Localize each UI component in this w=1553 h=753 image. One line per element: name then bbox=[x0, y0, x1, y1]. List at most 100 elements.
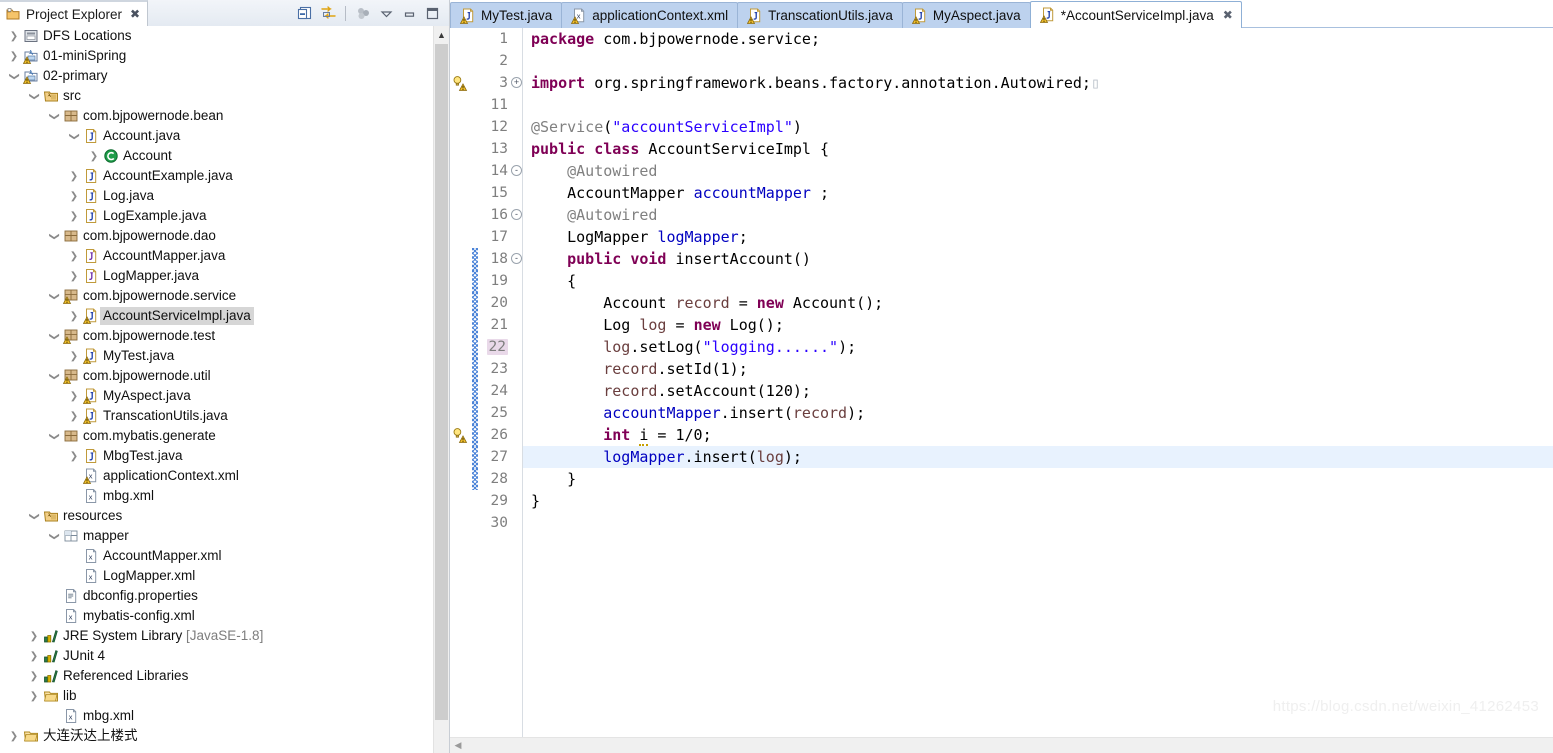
view-menu-icon[interactable] bbox=[353, 3, 373, 23]
code-line[interactable]: AccountMapper accountMapper ; bbox=[523, 182, 1553, 204]
code-line[interactable]: } bbox=[523, 468, 1553, 490]
tree-item-com-bjpowernode-test[interactable]: ❯ com.bjpowernode.test bbox=[0, 326, 433, 346]
maximize-icon[interactable] bbox=[422, 3, 442, 23]
code-line[interactable]: logMapper.insert(log); bbox=[523, 446, 1553, 468]
code-line[interactable]: import org.springframework.beans.factory… bbox=[523, 72, 1553, 94]
chevron-right-icon[interactable]: ❯ bbox=[26, 651, 42, 662]
tree-item-[interactable]: ❯ 大连沃达上楼式 bbox=[0, 726, 433, 746]
fold-collapse-icon[interactable]: - bbox=[511, 253, 522, 264]
tree-item-dbconfig-properties[interactable]: dbconfig.properties bbox=[0, 586, 433, 606]
tree-item-com-bjpowernode-dao[interactable]: ❯ com.bjpowernode.dao bbox=[0, 226, 433, 246]
code-line[interactable]: @Autowired bbox=[523, 160, 1553, 182]
code-line[interactable]: int i = 1/0; bbox=[523, 424, 1553, 446]
tree-item-resources[interactable]: ❯ resources bbox=[0, 506, 433, 526]
tree-item-logmapper-java[interactable]: ❯ LogMapper.java bbox=[0, 266, 433, 286]
tree-item-com-bjpowernode-service[interactable]: ❯ com.bjpowernode.service bbox=[0, 286, 433, 306]
tree-item-lib[interactable]: ❯ lib bbox=[0, 686, 433, 706]
code-line[interactable]: @Service("accountServiceImpl") bbox=[523, 116, 1553, 138]
tree-item-log-java[interactable]: ❯ Log.java bbox=[0, 186, 433, 206]
source-text[interactable]: package com.bjpowernode.service; import … bbox=[523, 28, 1553, 737]
link-with-editor-icon[interactable] bbox=[318, 3, 338, 23]
tree-item-accountexample-java[interactable]: ❯ AccountExample.java bbox=[0, 166, 433, 186]
tree-item-com-bjpowernode-util[interactable]: ❯ com.bjpowernode.util bbox=[0, 366, 433, 386]
code-line[interactable]: public void insertAccount() bbox=[523, 248, 1553, 270]
tree-item-02-primary[interactable]: ❯ 02-primary bbox=[0, 66, 433, 86]
collapse-all-icon[interactable] bbox=[295, 3, 315, 23]
chevron-right-icon[interactable]: ❯ bbox=[26, 691, 42, 702]
chevron-right-icon[interactable]: ❯ bbox=[66, 411, 82, 422]
code-line[interactable]: Account record = new Account(); bbox=[523, 292, 1553, 314]
chevron-right-icon[interactable]: ❯ bbox=[26, 671, 42, 682]
code-editor[interactable]: 1 2 3 11 12 13 14 15 16 17 18 19 20 21 22 23 24 25 26 27 28 2… bbox=[450, 28, 1553, 737]
tree-item-accountmapper-xml[interactable]: x AccountMapper.xml bbox=[0, 546, 433, 566]
close-icon[interactable]: ✖ bbox=[130, 7, 140, 21]
chevron-down-icon[interactable]: ❯ bbox=[49, 368, 60, 384]
chevron-down-icon[interactable]: ❯ bbox=[49, 288, 60, 304]
tree-item-account-java[interactable]: ❯ Account.java bbox=[0, 126, 433, 146]
tree-item-jre-system-library[interactable]: ❯ JRE System Library [JavaSE-1.8] bbox=[0, 626, 433, 646]
tree-item-dfs-locations[interactable]: ❯ DFS Locations bbox=[0, 26, 433, 46]
tree-item-accountserviceimpl-java[interactable]: ❯ AccountServiceImpl.java bbox=[0, 306, 433, 326]
fold-collapse-icon[interactable]: - bbox=[511, 209, 522, 220]
tree-scrollbar-thumb[interactable] bbox=[435, 44, 448, 720]
close-icon[interactable]: ✖ bbox=[1223, 8, 1233, 22]
project-tree[interactable]: ❯ DFS Locations ❯ 01-miniSpring ❯ 02-primary ❯… bbox=[0, 26, 449, 753]
tree-item-com-bjpowernode-bean[interactable]: ❯ com.bjpowernode.bean bbox=[0, 106, 433, 126]
chevron-down-icon[interactable]: ❯ bbox=[69, 128, 80, 144]
minimize-icon[interactable] bbox=[399, 3, 419, 23]
tree-item-src[interactable]: ❯ src bbox=[0, 86, 433, 106]
tree-item-applicationcontext-xml[interactable]: x applicationContext.xml bbox=[0, 466, 433, 486]
code-line[interactable]: @Autowired bbox=[523, 204, 1553, 226]
code-line[interactable]: { bbox=[523, 270, 1553, 292]
tree-item-mybatis-config-xml[interactable]: x mybatis-config.xml bbox=[0, 606, 433, 626]
code-line[interactable] bbox=[523, 50, 1553, 72]
code-line[interactable]: record.setId(1); bbox=[523, 358, 1553, 380]
tree-vertical-scrollbar[interactable]: ▲ bbox=[433, 26, 449, 753]
chevron-down-icon[interactable] bbox=[376, 3, 396, 23]
scroll-up-icon[interactable]: ▲ bbox=[434, 26, 449, 43]
chevron-right-icon[interactable]: ❯ bbox=[6, 51, 22, 62]
tree-item-mbg-xml[interactable]: x mbg.xml bbox=[0, 486, 433, 506]
chevron-right-icon[interactable]: ❯ bbox=[66, 211, 82, 222]
chevron-down-icon[interactable]: ❯ bbox=[49, 428, 60, 444]
folding-ruler[interactable]: + - - - bbox=[510, 28, 523, 737]
warning-bulb-icon[interactable] bbox=[452, 424, 470, 446]
code-line[interactable] bbox=[523, 94, 1553, 116]
tree-item-logexample-java[interactable]: ❯ LogExample.java bbox=[0, 206, 433, 226]
tree-item-com-mybatis-generate[interactable]: ❯ com.mybatis.generate bbox=[0, 426, 433, 446]
code-line[interactable]: public class AccountServiceImpl { bbox=[523, 138, 1553, 160]
chevron-right-icon[interactable]: ❯ bbox=[6, 731, 22, 742]
annotation-ruler[interactable] bbox=[450, 28, 472, 737]
chevron-right-icon[interactable]: ❯ bbox=[86, 151, 102, 162]
tree-item-mbgtest-java[interactable]: ❯ MbgTest.java bbox=[0, 446, 433, 466]
code-line[interactable]: LogMapper logMapper; bbox=[523, 226, 1553, 248]
chevron-down-icon[interactable]: ❯ bbox=[49, 108, 60, 124]
code-line[interactable]: record.setAccount(120); bbox=[523, 380, 1553, 402]
tree-item-junit-4[interactable]: ❯ JUnit 4 bbox=[0, 646, 433, 666]
chevron-right-icon[interactable]: ❯ bbox=[66, 271, 82, 282]
chevron-right-icon[interactable]: ❯ bbox=[6, 31, 22, 42]
editor-tab-applicationcontext-xml[interactable]: x applicationContext.xml bbox=[561, 2, 739, 28]
fold-expand-icon[interactable]: + bbox=[511, 77, 522, 88]
chevron-right-icon[interactable]: ❯ bbox=[66, 171, 82, 182]
editor-tab-accountserviceimpl-java[interactable]: *AccountServiceImpl.java ✖ bbox=[1029, 1, 1242, 29]
tree-item-accountmapper-java[interactable]: ❯ AccountMapper.java bbox=[0, 246, 433, 266]
fold-collapse-icon[interactable]: - bbox=[511, 165, 522, 176]
code-line[interactable]: accountMapper.insert(record); bbox=[523, 402, 1553, 424]
chevron-right-icon[interactable]: ❯ bbox=[66, 391, 82, 402]
tree-item-myaspect-java[interactable]: ❯ MyAspect.java bbox=[0, 386, 433, 406]
editor-horizontal-scrollbar[interactable]: ◀ bbox=[450, 737, 1553, 753]
chevron-right-icon[interactable]: ❯ bbox=[66, 191, 82, 202]
editor-tab-mytest-java[interactable]: MyTest.java bbox=[450, 2, 563, 28]
chevron-down-icon[interactable]: ❯ bbox=[29, 88, 40, 104]
chevron-down-icon[interactable]: ❯ bbox=[49, 228, 60, 244]
tree-item-mytest-java[interactable]: ❯ MyTest.java bbox=[0, 346, 433, 366]
chevron-down-icon[interactable]: ❯ bbox=[49, 328, 60, 344]
tree-item-01-minispring[interactable]: ❯ 01-miniSpring bbox=[0, 46, 433, 66]
chevron-right-icon[interactable]: ❯ bbox=[66, 311, 82, 322]
code-line[interactable]: log.setLog("logging......"); bbox=[523, 336, 1553, 358]
tree-item-mapper[interactable]: ❯ mapper bbox=[0, 526, 433, 546]
tree-item-referenced-libraries[interactable]: ❯ Referenced Libraries bbox=[0, 666, 433, 686]
code-line[interactable] bbox=[523, 512, 1553, 534]
chevron-right-icon[interactable]: ❯ bbox=[66, 351, 82, 362]
